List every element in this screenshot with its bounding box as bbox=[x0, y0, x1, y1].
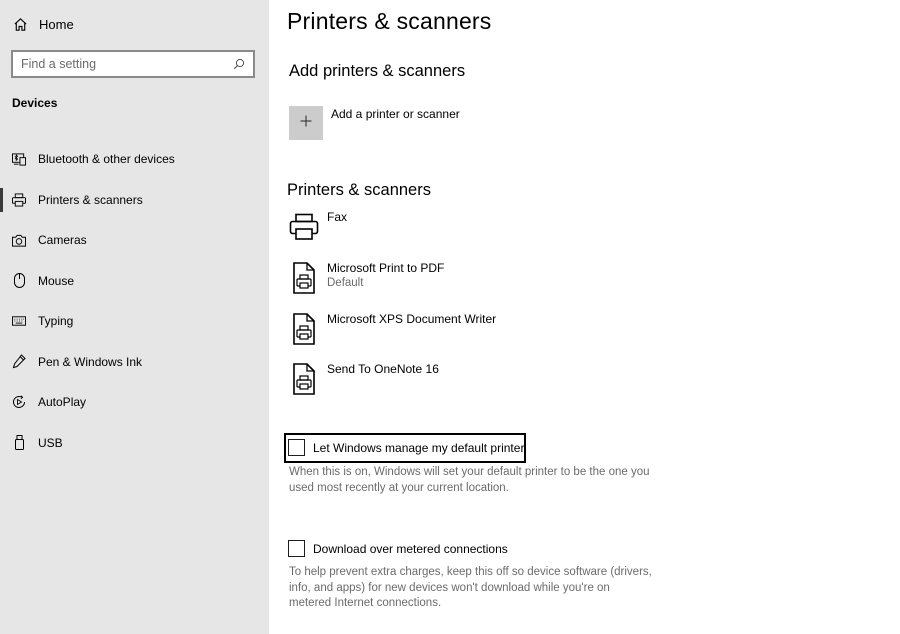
manage-default-printer-checkbox[interactable]: Let Windows manage my default printer bbox=[288, 439, 524, 456]
printer-status: Default bbox=[327, 277, 364, 289]
document-printer-icon bbox=[287, 312, 321, 346]
home-link[interactable]: Home bbox=[12, 14, 74, 34]
description-line: used most recently at your current locat… bbox=[289, 481, 509, 494]
search-icon[interactable] bbox=[233, 58, 245, 70]
home-icon bbox=[12, 16, 28, 32]
search-placeholder: Find a setting bbox=[21, 57, 97, 71]
pen-icon bbox=[12, 354, 26, 369]
checkbox-label: Download over metered connections bbox=[313, 541, 508, 556]
bluetooth-devices-icon bbox=[12, 152, 26, 166]
printer-item-xps-writer[interactable]: Microsoft XPS Document Writer bbox=[287, 312, 687, 352]
description-line: When this is on, Windows will set your d… bbox=[289, 466, 650, 478]
sidebar-item-autoplay[interactable]: AutoPlay bbox=[0, 382, 269, 423]
add-printer-button[interactable] bbox=[289, 106, 323, 140]
printer-name: Microsoft Print to PDF bbox=[327, 261, 445, 275]
printer-icon bbox=[12, 193, 26, 207]
description-line: info, and apps) for new devices won't do… bbox=[289, 581, 610, 594]
camera-icon bbox=[12, 233, 26, 247]
sidebar-item-pen-windows-ink[interactable]: Pen & Windows Ink bbox=[0, 342, 269, 383]
description-line: To help prevent extra charges, keep this… bbox=[289, 566, 652, 578]
printer-item-fax[interactable]: Fax bbox=[287, 210, 687, 250]
description-line: metered Internet connections. bbox=[289, 597, 442, 609]
sidebar-item-mouse[interactable]: Mouse bbox=[0, 261, 269, 302]
sidebar-item-usb[interactable]: USB bbox=[0, 423, 269, 464]
home-label: Home bbox=[39, 16, 74, 32]
checkbox-box[interactable] bbox=[288, 540, 305, 557]
sidebar-item-label: Printers & scanners bbox=[38, 192, 143, 207]
search-input[interactable]: Find a setting bbox=[11, 50, 255, 78]
sidebar-item-typing[interactable]: Typing bbox=[0, 301, 269, 342]
printer-name: Fax bbox=[327, 210, 348, 224]
add-section-title: Add printers & scanners bbox=[289, 62, 466, 80]
plus-icon bbox=[300, 114, 312, 132]
usb-icon bbox=[12, 435, 26, 451]
checkbox-label: Let Windows manage my default printer bbox=[313, 440, 525, 455]
sidebar-item-label: Typing bbox=[38, 314, 74, 329]
page-title: Printers & scanners bbox=[287, 8, 492, 34]
sidebar: Home Find a setting Devices Bluetooth & … bbox=[0, 0, 269, 634]
add-printer-label[interactable]: Add a printer or scanner bbox=[331, 107, 460, 121]
metered-connections-checkbox[interactable]: Download over metered connections bbox=[288, 540, 508, 557]
sidebar-item-cameras[interactable]: Cameras bbox=[0, 220, 269, 261]
mouse-icon bbox=[12, 273, 26, 289]
sidebar-item-label: Pen & Windows Ink bbox=[38, 354, 143, 369]
sidebar-item-bluetooth[interactable]: Bluetooth & other devices bbox=[0, 139, 269, 180]
printer-item-onenote[interactable]: Send To OneNote 16 bbox=[287, 362, 687, 402]
sidebar-item-label: Cameras bbox=[38, 233, 87, 248]
printer-name: Send To OneNote 16 bbox=[327, 362, 439, 376]
sidebar-item-label: Mouse bbox=[38, 273, 75, 288]
sidebar-item-label: AutoPlay bbox=[38, 395, 87, 410]
checkbox-box[interactable] bbox=[288, 439, 305, 456]
printer-item-print-to-pdf[interactable]: Microsoft Print to PDF Default bbox=[287, 261, 687, 301]
document-printer-icon bbox=[287, 362, 321, 396]
manage-default-description: When this is on, Windows will set your d… bbox=[289, 465, 679, 496]
main-content: Printers & scanners Add printers & scann… bbox=[269, 0, 900, 634]
printer-name: Microsoft XPS Document Writer bbox=[327, 312, 497, 326]
sidebar-nav: Bluetooth & other devices Printers & sca… bbox=[0, 139, 269, 463]
autoplay-icon bbox=[12, 395, 26, 409]
sidebar-item-label: Bluetooth & other devices bbox=[38, 152, 175, 167]
fax-printer-icon bbox=[287, 210, 321, 244]
metered-description: To help prevent extra charges, keep this… bbox=[289, 565, 679, 612]
sidebar-item-printers-scanners[interactable]: Printers & scanners bbox=[0, 180, 269, 221]
sidebar-section-title: Devices bbox=[12, 96, 58, 110]
sidebar-item-label: USB bbox=[38, 435, 63, 450]
document-printer-icon bbox=[287, 261, 321, 295]
keyboard-icon bbox=[12, 314, 26, 328]
printers-list-title: Printers & scanners bbox=[287, 181, 431, 199]
